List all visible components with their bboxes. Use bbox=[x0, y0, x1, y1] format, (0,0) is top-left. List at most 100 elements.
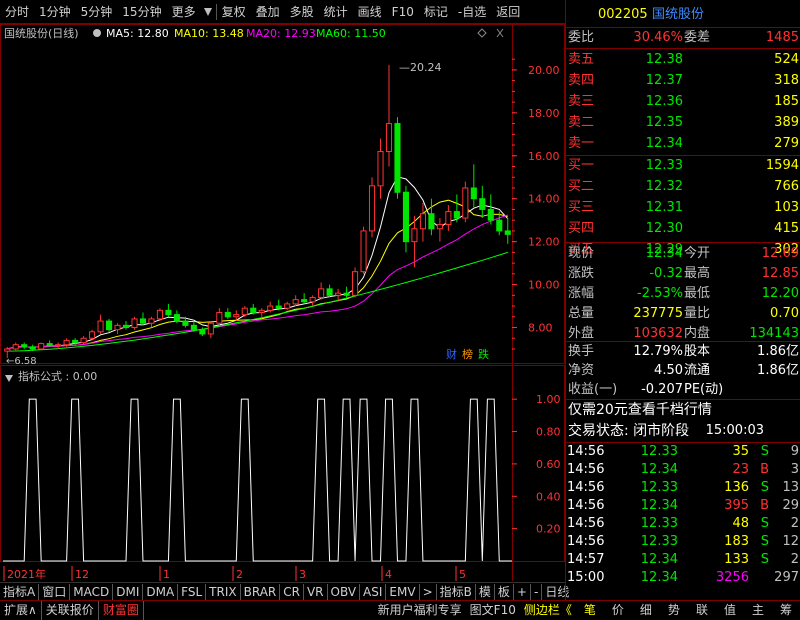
candle[interactable] bbox=[462, 181, 469, 223]
indicator-tab-18[interactable]: - bbox=[531, 583, 543, 600]
toolbar-button-3[interactable]: 15分钟 bbox=[117, 0, 166, 24]
candle[interactable] bbox=[301, 293, 308, 304]
toolbar-button-2[interactable]: 5分钟 bbox=[76, 0, 118, 24]
candle[interactable] bbox=[360, 226, 367, 274]
indicator-tab-1[interactable]: 窗口 bbox=[39, 583, 71, 600]
candle[interactable] bbox=[165, 303, 172, 317]
bottom-tab-1[interactable]: 价 bbox=[604, 601, 632, 620]
candle[interactable] bbox=[173, 310, 180, 324]
indicator-tab-15[interactable]: 模 bbox=[476, 583, 495, 600]
candle[interactable] bbox=[470, 164, 477, 208]
bottom-tab-6[interactable]: 主 bbox=[744, 601, 772, 620]
candle[interactable] bbox=[216, 308, 223, 326]
bottom-tab-2[interactable]: 细 bbox=[632, 601, 660, 620]
candle[interactable] bbox=[122, 321, 130, 330]
bottom-tab-7[interactable]: 筹 bbox=[772, 601, 800, 620]
indicator-tab-13[interactable]: > bbox=[420, 583, 437, 600]
dropdown-arrow-icon[interactable] bbox=[203, 7, 212, 16]
toolbar-button-4[interactable]: 更多 bbox=[167, 0, 201, 24]
candle[interactable] bbox=[368, 177, 376, 238]
bottom-mid-1[interactable]: 图文F10 bbox=[466, 601, 520, 620]
toolbar-button-10[interactable]: F10 bbox=[387, 0, 419, 24]
indicator-tab-14[interactable]: 指标B bbox=[437, 583, 476, 600]
indicator-tab-9[interactable]: VR bbox=[304, 583, 328, 600]
indicator-tab-12[interactable]: EMV bbox=[386, 583, 420, 600]
bottom-mid-0[interactable]: 新用户福利专享 bbox=[374, 601, 466, 620]
candle[interactable] bbox=[21, 342, 28, 349]
toolbar-button-0[interactable]: 分时 bbox=[0, 0, 34, 24]
toolbar-button-8[interactable]: 统计 bbox=[319, 0, 353, 24]
diamond-icon[interactable] bbox=[477, 28, 487, 38]
bottom-mid-2[interactable]: 侧边栏《 bbox=[520, 601, 576, 620]
candle[interactable] bbox=[419, 203, 426, 242]
candle[interactable] bbox=[284, 301, 291, 311]
kline-chart[interactable]: 国统股份(日线) MA5: 12.80 MA10: 13.48 MA20: 12.93… bbox=[0, 24, 565, 589]
bottom-tab-0[interactable]: 笔 bbox=[576, 601, 604, 620]
toolbar-button-6[interactable]: 叠加 bbox=[251, 0, 285, 24]
toolbar-button-11[interactable]: 标记 bbox=[419, 0, 453, 24]
toolbar-button-9[interactable]: 画线 bbox=[353, 0, 387, 24]
candle[interactable] bbox=[207, 321, 214, 339]
candle[interactable] bbox=[139, 312, 147, 326]
candle[interactable] bbox=[114, 323, 121, 334]
candle[interactable] bbox=[343, 286, 350, 298]
indicator-tab-16[interactable]: 板 bbox=[495, 583, 514, 600]
settings-icon[interactable] bbox=[93, 29, 101, 37]
bottom-tab-3[interactable]: 势 bbox=[660, 601, 688, 620]
candle[interactable] bbox=[131, 316, 138, 330]
toolbar-button-13[interactable]: 返回 bbox=[491, 0, 525, 24]
candle[interactable] bbox=[12, 342, 19, 352]
candle[interactable] bbox=[38, 342, 45, 351]
toolbar-button-1[interactable]: 1分钟 bbox=[34, 0, 76, 24]
candle[interactable] bbox=[326, 284, 333, 298]
toolbar-button-5[interactable]: 复权 bbox=[217, 0, 251, 24]
candle[interactable] bbox=[453, 194, 460, 223]
candle[interactable] bbox=[504, 218, 511, 244]
candle[interactable] bbox=[436, 218, 443, 242]
candle[interactable] bbox=[487, 194, 494, 225]
candle[interactable] bbox=[241, 306, 248, 317]
badge-1[interactable]: 榜 bbox=[462, 347, 473, 361]
indicator-tab-11[interactable]: ASI bbox=[360, 583, 387, 600]
candle[interactable] bbox=[479, 185, 486, 219]
candle[interactable] bbox=[428, 198, 435, 236]
candle[interactable] bbox=[385, 64, 393, 167]
badge-0[interactable]: 财 bbox=[446, 347, 457, 361]
candle[interactable] bbox=[224, 308, 231, 319]
toolbar-button-7[interactable]: 多股 bbox=[285, 0, 319, 24]
candle[interactable] bbox=[352, 267, 359, 298]
badge-2[interactable]: 跌 bbox=[478, 347, 489, 361]
bottom-tab-5[interactable]: 值 bbox=[716, 601, 744, 620]
candle[interactable] bbox=[105, 318, 113, 332]
indicator-tab-5[interactable]: FSL bbox=[178, 583, 207, 600]
indicator-tab-6[interactable]: TRIX bbox=[206, 583, 241, 600]
candle[interactable] bbox=[148, 316, 155, 328]
bottom-left-0[interactable]: 扩展∧ bbox=[0, 601, 42, 620]
close-icon[interactable] bbox=[496, 28, 504, 38]
candle[interactable] bbox=[309, 295, 316, 307]
indicator-tab-3[interactable]: DMI bbox=[113, 583, 144, 600]
indicator-tab-7[interactable]: BRAR bbox=[241, 583, 281, 600]
candle[interactable] bbox=[97, 314, 104, 334]
candle[interactable] bbox=[445, 205, 452, 231]
bottom-left-2[interactable]: 财富圈 bbox=[99, 601, 144, 620]
candle[interactable] bbox=[258, 308, 265, 317]
candle[interactable] bbox=[292, 295, 299, 307]
bottom-tab-4[interactable]: 联 bbox=[688, 601, 716, 620]
toolbar-button-12[interactable]: -自选 bbox=[453, 0, 491, 24]
indicator-tab-0[interactable]: 指标A bbox=[0, 583, 40, 600]
candle[interactable] bbox=[411, 215, 418, 268]
bottom-left-1[interactable]: 关联报价 bbox=[42, 601, 99, 620]
promo-row[interactable]: 仅需20元查看千档行情 bbox=[566, 400, 800, 420]
candle[interactable] bbox=[46, 340, 53, 347]
indicator-tab-10[interactable]: OBV bbox=[328, 583, 361, 600]
candle[interactable] bbox=[80, 336, 87, 345]
indicator-tab-8[interactable]: CR bbox=[280, 583, 304, 600]
indicator-tab-4[interactable]: DMA bbox=[143, 583, 179, 600]
candle[interactable] bbox=[394, 117, 401, 199]
candle[interactable] bbox=[318, 282, 325, 300]
indicator-tab-2[interactable]: MACD bbox=[70, 583, 114, 600]
candle[interactable] bbox=[402, 185, 410, 253]
candle[interactable] bbox=[377, 138, 384, 199]
indicator-tab-17[interactable]: + bbox=[514, 583, 531, 600]
